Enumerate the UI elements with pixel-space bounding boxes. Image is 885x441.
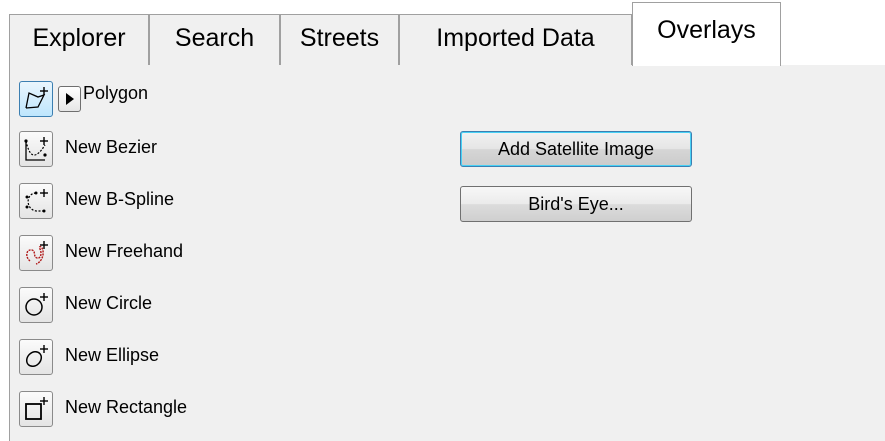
bspline-tool-row[interactable]: New B-Spline xyxy=(19,183,319,223)
triangle-right-icon xyxy=(65,93,74,105)
polygon-label: Polygon xyxy=(83,83,149,103)
circle-tool-row[interactable]: New Circle xyxy=(19,287,319,327)
tab-search[interactable]: Search xyxy=(149,14,280,65)
tab-explorer[interactable]: Explorer xyxy=(9,14,149,65)
circle-tool-icon xyxy=(25,293,48,316)
ellipse-tool-icon xyxy=(25,345,48,368)
tab-imported-data[interactable]: Imported Data xyxy=(399,14,632,65)
ellipse-tool-label: New Ellipse xyxy=(65,345,160,365)
rectangle-tool-button[interactable] xyxy=(19,391,53,427)
add-satellite-image-button[interactable]: Add Satellite Image xyxy=(460,131,692,167)
ellipse-tool-row[interactable]: New Ellipse xyxy=(19,339,319,379)
overlays-panel: Polygon New Bezier New B-Spline New Free… xyxy=(9,65,885,441)
rectangle-tool-icon xyxy=(25,397,48,420)
ellipse-tool-button[interactable] xyxy=(19,339,53,375)
polygon-tool-row: Polygon xyxy=(19,81,319,121)
bspline-tool-icon xyxy=(25,189,48,213)
tab-overlays[interactable]: Overlays xyxy=(632,2,781,66)
overlays-window: Explorer Search Streets Imported Data Ov… xyxy=(0,0,885,441)
birds-eye-button[interactable]: Bird's Eye... xyxy=(460,186,692,222)
bezier-tool-button[interactable] xyxy=(19,131,53,167)
bezier-tool-icon xyxy=(24,137,48,161)
rectangle-tool-row[interactable]: New Rectangle xyxy=(19,391,319,431)
circle-tool-button[interactable] xyxy=(19,287,53,323)
rectangle-tool-label: New Rectangle xyxy=(65,397,188,417)
freehand-tool-label: New Freehand xyxy=(65,241,184,261)
tab-strip: Explorer Search Streets Imported Data Ov… xyxy=(0,0,885,66)
bezier-tool-row[interactable]: New Bezier xyxy=(19,131,319,171)
freehand-tool-row[interactable]: New Freehand xyxy=(19,235,319,275)
tab-streets[interactable]: Streets xyxy=(280,14,399,65)
bspline-tool-button[interactable] xyxy=(19,183,53,219)
freehand-tool-button[interactable] xyxy=(19,235,53,271)
polygon-dropdown-button[interactable] xyxy=(58,86,81,112)
polygon-tool-icon xyxy=(25,87,48,109)
bezier-tool-label: New Bezier xyxy=(65,137,158,157)
freehand-tool-icon xyxy=(26,241,48,265)
polygon-tool-button[interactable] xyxy=(19,81,53,117)
circle-tool-label: New Circle xyxy=(65,293,153,313)
bspline-tool-label: New B-Spline xyxy=(65,189,175,209)
